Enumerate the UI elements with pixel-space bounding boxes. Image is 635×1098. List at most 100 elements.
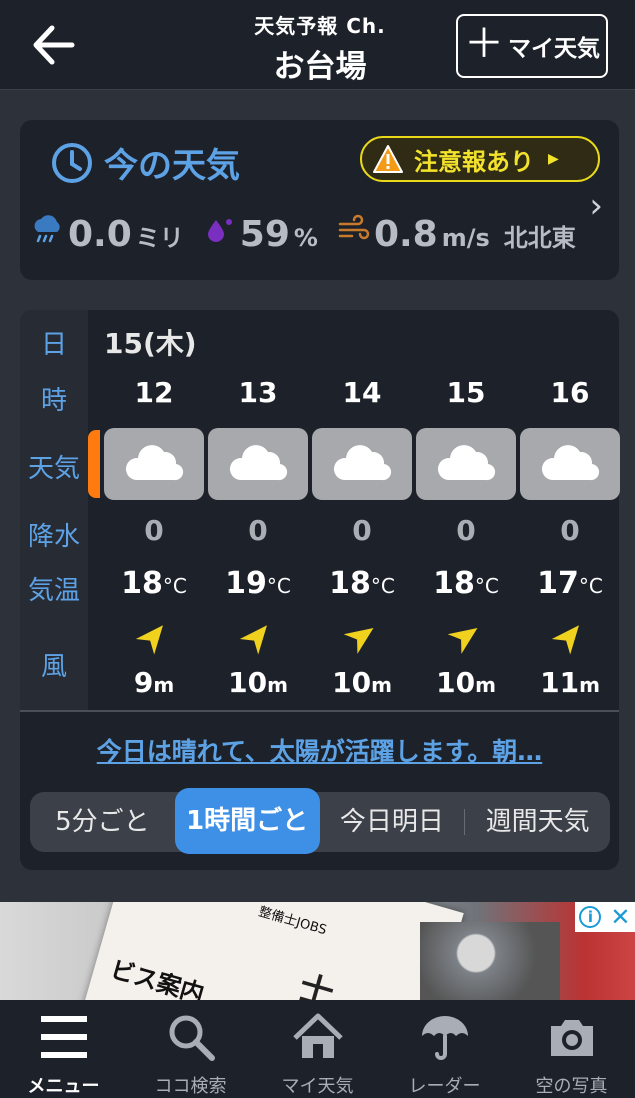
temp-number: 19	[225, 566, 267, 601]
precip-value: 0	[456, 514, 476, 547]
temp-value: 18°C	[312, 566, 412, 601]
wind-speed-value: 11m	[520, 666, 620, 699]
nav-label-radar: レーダー	[408, 1076, 481, 1097]
ad-engine-image	[420, 922, 560, 1000]
cloudy-icon	[538, 440, 602, 488]
rain-cloud-icon	[34, 215, 60, 243]
label-weather: 天気	[27, 454, 80, 484]
wind-value: 0.8	[373, 214, 438, 255]
tab-hourly[interactable]: 1時間ごと	[174, 787, 320, 854]
forecast-date: 15(木)	[104, 327, 197, 360]
temp-number: 18	[121, 566, 163, 601]
bottom-nav: メニュー ココ検索 マイ天気 レーダー 空の写真	[0, 1000, 635, 1098]
wind-number: 11	[540, 666, 580, 699]
divider	[20, 710, 619, 712]
hour-label: 12	[134, 376, 174, 409]
wind-unit: m	[475, 673, 496, 697]
tab-5min[interactable]: 5分ごと	[30, 792, 175, 852]
temp-number: 17	[537, 566, 579, 601]
wind-number: 10	[228, 666, 268, 699]
location-title: お台場	[273, 49, 367, 85]
wind-number: 10	[436, 666, 476, 699]
current-hour-marker	[88, 430, 100, 498]
title-block: 天気予報 Ch. お台場	[200, 10, 440, 86]
ad-banner[interactable]: 整備士JOBS ビス案内 士 i ✕	[0, 902, 635, 1000]
precip-value: 0.0	[68, 214, 132, 255]
alert-badge[interactable]: 注意報あり ▶	[360, 136, 600, 182]
wind-speed-value: 10m	[312, 666, 412, 699]
warning-icon	[373, 145, 403, 173]
nav-item-radar[interactable]: レーダー	[381, 1000, 508, 1098]
temp-unit: °C	[370, 574, 395, 598]
hour-label: 14	[342, 376, 382, 409]
temp-unit: °C	[578, 574, 603, 598]
clock-icon	[52, 142, 92, 183]
humidity-value: 59	[239, 214, 290, 255]
temp-unit: °C	[162, 574, 187, 598]
nav-item-menu[interactable]: メニュー	[0, 1000, 127, 1098]
alert-chevron-icon: ▶	[548, 151, 559, 167]
camera-icon	[550, 1020, 593, 1056]
nav-item-search[interactable]: ココ検索	[127, 1000, 254, 1098]
humidity-unit: %	[293, 224, 318, 252]
precip-value: 0	[144, 514, 164, 547]
tab-today-tomorrow[interactable]: 今日明日	[320, 792, 465, 852]
wind-number: 10	[332, 666, 372, 699]
hour-label: 13	[238, 376, 278, 409]
label-hour: 時	[40, 386, 67, 416]
forecast-summary-link[interactable]: 今日は晴れて、太陽が活躍します。朝…	[20, 732, 619, 768]
current-weather-card[interactable]: 今の天気 注意報あり ▶ › 0.0 ミリ 59 % 0.8 m/s 北北東	[20, 120, 619, 280]
wind-arrow-icon	[104, 620, 204, 656]
precip-value: 0	[560, 514, 580, 547]
chevron-right-icon[interactable]: ›	[589, 186, 603, 226]
temp-value: 19°C	[208, 566, 308, 601]
weather-cell	[208, 428, 308, 500]
label-temp: 気温	[27, 576, 80, 606]
ad-info-icon[interactable]: i	[579, 906, 602, 928]
wind-unit: m	[371, 673, 392, 697]
hour-label: 16	[550, 376, 590, 409]
app-header: 天気予報 Ch. お台場 ＋ マイ天気	[0, 0, 635, 90]
back-button[interactable]	[28, 22, 78, 68]
current-weather-title: 今の天気	[104, 146, 240, 186]
umbrella-icon	[421, 1016, 468, 1060]
nav-label-menu: メニュー	[27, 1076, 100, 1097]
nav-label-my-weather: マイ天気	[281, 1076, 354, 1097]
hourly-forecast-card: 日 時 天気 降水 気温 風 15(木) 12 0 18°C 9m 13 0 19°C 10m…	[20, 310, 620, 870]
current-stats: 0.0 ミリ 59 % 0.8 m/s 北北東	[30, 212, 576, 255]
alert-label: 注意報あり	[414, 147, 534, 176]
temp-value: 18°C	[104, 566, 204, 601]
label-wind: 風	[40, 652, 67, 682]
temp-unit: °C	[266, 574, 291, 598]
tab-weekly[interactable]: 週間天気	[465, 792, 610, 852]
ad-close-icon[interactable]: ✕	[610, 903, 630, 931]
cloudy-icon	[330, 440, 394, 488]
cloudy-icon	[226, 440, 290, 488]
temp-number: 18	[433, 566, 475, 601]
wind-speed-value: 10m	[208, 666, 308, 699]
nav-label-sky-photos: 空の写真	[535, 1076, 608, 1097]
precip-unit: ミリ	[135, 224, 184, 252]
temp-unit: °C	[474, 574, 499, 598]
nav-item-sky-photos[interactable]: 空の写真	[508, 1000, 635, 1098]
wind-unit: m	[267, 673, 288, 697]
ad-controls: i ✕	[575, 902, 635, 932]
menu-icon	[40, 1016, 87, 1058]
cloudy-icon	[434, 440, 498, 488]
weather-cell	[104, 428, 204, 500]
nav-item-my-weather[interactable]: マイ天気	[254, 1000, 381, 1098]
wind-speed-value: 9m	[104, 666, 204, 699]
current-weather-heading: 今の天気	[50, 138, 240, 187]
weather-cell	[520, 428, 620, 500]
wind-speed-value: 10m	[416, 666, 516, 699]
search-icon	[169, 1015, 215, 1061]
wind-unit: m	[153, 673, 175, 697]
channel-subtitle: 天気予報 Ch.	[254, 14, 386, 38]
forecast-range-tabs: 5分ごと 1時間ごと 今日明日 週間天気	[30, 787, 610, 854]
weather-cell	[312, 428, 412, 500]
wind-arrow-icon	[312, 620, 412, 656]
add-my-weather-button[interactable]: ＋ マイ天気	[456, 14, 608, 78]
label-precip: 降水	[27, 522, 80, 552]
label-day: 日	[40, 330, 67, 360]
cloudy-icon	[122, 440, 186, 488]
